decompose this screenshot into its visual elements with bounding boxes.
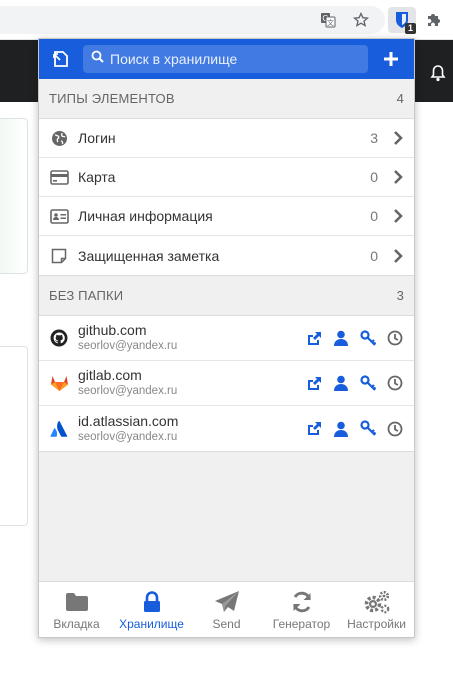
refresh-icon bbox=[291, 589, 313, 615]
vault-item-atlassian[interactable]: id.atlassian.com seorlov@yandex.ru bbox=[39, 406, 414, 451]
type-count: 0 bbox=[370, 247, 378, 264]
pop-out-icon[interactable] bbox=[49, 47, 73, 71]
launch-icon[interactable] bbox=[305, 420, 323, 438]
type-label: Защищенная заметка bbox=[78, 247, 220, 264]
chevron-right-icon bbox=[392, 130, 404, 146]
atlassian-icon bbox=[49, 419, 69, 439]
bottom-tab-bar: Вкладка Хранилище Send Генератор Настрой… bbox=[39, 581, 414, 637]
section-count: 3 bbox=[396, 288, 404, 303]
bitwarden-popup: ТИПЫ ЭЛЕМЕНТОВ 4 Логин 3 Карта 0 Личная … bbox=[38, 38, 415, 638]
vault-item-github[interactable]: github.com seorlov@yandex.ru bbox=[39, 316, 414, 361]
tab-label: Send bbox=[212, 616, 241, 631]
puzzle-icon[interactable] bbox=[421, 8, 445, 32]
copy-username-icon[interactable] bbox=[332, 420, 350, 438]
bitwarden-extension-icon[interactable]: 1 bbox=[388, 7, 416, 34]
tab-label: Вкладка bbox=[53, 616, 100, 631]
item-username: seorlov@yandex.ru bbox=[78, 430, 178, 443]
section-count: 4 bbox=[396, 91, 404, 106]
search-box[interactable] bbox=[83, 45, 368, 73]
copy-username-icon[interactable] bbox=[332, 374, 350, 392]
page-card bbox=[0, 118, 28, 274]
launch-icon[interactable] bbox=[305, 329, 323, 347]
chevron-right-icon bbox=[392, 208, 404, 224]
copy-totp-icon[interactable] bbox=[386, 420, 404, 438]
sticky-note-icon bbox=[49, 246, 69, 266]
extension-badge: 1 bbox=[404, 23, 416, 34]
type-count: 0 bbox=[370, 169, 378, 185]
type-row-card[interactable]: Карта 0 bbox=[39, 158, 414, 197]
item-name: gitlab.com bbox=[78, 367, 142, 383]
types-list: Логин 3 Карта 0 Личная информация 0 Защи… bbox=[39, 118, 414, 276]
section-title: ТИПЫ ЭЛЕМЕНТОВ bbox=[49, 91, 175, 106]
tab-label: Хранилище bbox=[119, 616, 184, 631]
id-card-icon bbox=[49, 206, 69, 226]
item-name: id.atlassian.com bbox=[78, 412, 179, 429]
page-card bbox=[0, 346, 28, 526]
tab-label: Генератор bbox=[272, 616, 331, 631]
type-count: 0 bbox=[370, 208, 378, 224]
lock-icon bbox=[143, 589, 161, 615]
search-input[interactable] bbox=[110, 51, 360, 67]
globe-icon bbox=[49, 128, 69, 148]
paper-plane-icon bbox=[214, 589, 240, 615]
type-row-secure-note[interactable]: Защищенная заметка 0 bbox=[39, 236, 414, 275]
tab-send[interactable]: Send bbox=[189, 582, 264, 637]
item-name: github.com bbox=[78, 322, 147, 338]
folder-icon bbox=[65, 589, 89, 615]
popup-header bbox=[39, 39, 414, 79]
types-section-header: ТИПЫ ЭЛЕМЕНТОВ 4 bbox=[39, 79, 414, 118]
copy-totp-icon[interactable] bbox=[386, 374, 404, 392]
tab-vault[interactable]: Хранилище bbox=[114, 582, 189, 637]
type-row-login[interactable]: Логин 3 bbox=[39, 119, 414, 158]
copy-password-icon[interactable] bbox=[359, 420, 377, 438]
type-label: Личная информация bbox=[78, 208, 213, 224]
translate-icon[interactable]: G文 bbox=[316, 8, 340, 32]
copy-password-icon[interactable] bbox=[359, 329, 377, 347]
launch-icon[interactable] bbox=[305, 374, 323, 392]
copy-password-icon[interactable] bbox=[359, 374, 377, 392]
github-icon bbox=[49, 328, 69, 348]
copy-totp-icon[interactable] bbox=[386, 329, 404, 347]
tab-label: Настройки bbox=[347, 616, 406, 631]
no-folder-section-header: БЕЗ ПАПКИ 3 bbox=[39, 276, 414, 315]
type-label: Логин bbox=[78, 130, 116, 146]
browser-toolbar: G文 1 bbox=[0, 0, 453, 40]
star-icon[interactable] bbox=[349, 8, 373, 32]
vault-item-gitlab[interactable]: gitlab.com seorlov@yandex.ru bbox=[39, 361, 414, 406]
bell-icon[interactable] bbox=[430, 64, 446, 87]
tab-generator[interactable]: Генератор bbox=[264, 582, 339, 637]
search-icon bbox=[91, 50, 104, 68]
credit-card-icon bbox=[49, 167, 69, 187]
type-row-identity[interactable]: Личная информация 0 bbox=[39, 197, 414, 236]
chevron-right-icon bbox=[392, 248, 404, 264]
item-username: seorlov@yandex.ru bbox=[78, 340, 178, 352]
type-label: Карта bbox=[78, 169, 116, 185]
type-count: 3 bbox=[370, 130, 378, 146]
chevron-right-icon bbox=[392, 169, 404, 185]
tab-settings[interactable]: Настройки bbox=[339, 582, 414, 637]
gitlab-icon bbox=[49, 373, 69, 393]
vault-items-list: github.com seorlov@yandex.ru gitlab.com … bbox=[39, 315, 414, 452]
svg-text:文: 文 bbox=[327, 18, 334, 27]
tab-current-tab[interactable]: Вкладка bbox=[39, 582, 114, 637]
add-item-icon[interactable] bbox=[378, 46, 404, 72]
cogs-icon bbox=[363, 589, 391, 615]
item-username: seorlov@yandex.ru bbox=[78, 385, 178, 397]
section-title: БЕЗ ПАПКИ bbox=[49, 288, 124, 303]
copy-username-icon[interactable] bbox=[332, 329, 350, 347]
